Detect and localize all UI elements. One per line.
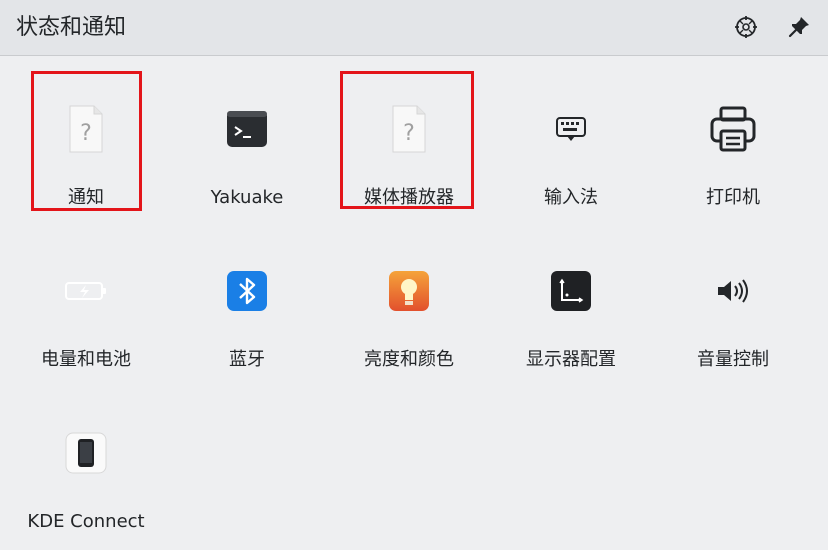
item-display-config[interactable]: 显示器配置 <box>490 238 652 388</box>
item-yakuake[interactable]: Yakuake <box>166 76 328 226</box>
volume-icon <box>708 266 758 316</box>
item-printer[interactable]: 打印机 <box>652 76 814 226</box>
pin-icon <box>788 17 809 38</box>
item-label: 亮度和颜色 <box>364 349 454 370</box>
header-bar: 状态和通知 <box>0 0 828 56</box>
kdeconnect-phone-icon <box>61 428 111 478</box>
configure-button[interactable] <box>731 12 761 42</box>
item-bluetooth[interactable]: 蓝牙 <box>166 238 328 388</box>
item-label: 输入法 <box>544 187 598 208</box>
highlight-box <box>31 71 142 211</box>
display-config-icon <box>546 266 596 316</box>
bluetooth-icon <box>222 266 272 316</box>
highlight-box <box>340 71 474 209</box>
item-label: 音量控制 <box>697 349 769 370</box>
item-brightness[interactable]: 亮度和颜色 <box>328 238 490 388</box>
page-title: 状态和通知 <box>16 15 127 40</box>
item-input-method[interactable]: 输入法 <box>490 76 652 226</box>
configure-icon <box>735 16 757 38</box>
lightbulb-icon <box>384 266 434 316</box>
item-label: 蓝牙 <box>229 349 265 370</box>
terminal-icon <box>222 104 272 154</box>
item-label: 打印机 <box>706 187 760 208</box>
item-label: 显示器配置 <box>526 349 616 370</box>
printer-icon <box>708 104 758 154</box>
item-label: Yakuake <box>210 187 284 208</box>
item-battery[interactable]: 电量和电池 <box>5 238 167 388</box>
keyboard-icon <box>546 104 596 154</box>
pin-button[interactable] <box>784 12 814 42</box>
item-label: KDE Connect <box>27 511 145 532</box>
item-volume[interactable]: 音量控制 <box>652 238 814 388</box>
item-label: 电量和电池 <box>41 349 131 370</box>
battery-icon <box>61 266 111 316</box>
